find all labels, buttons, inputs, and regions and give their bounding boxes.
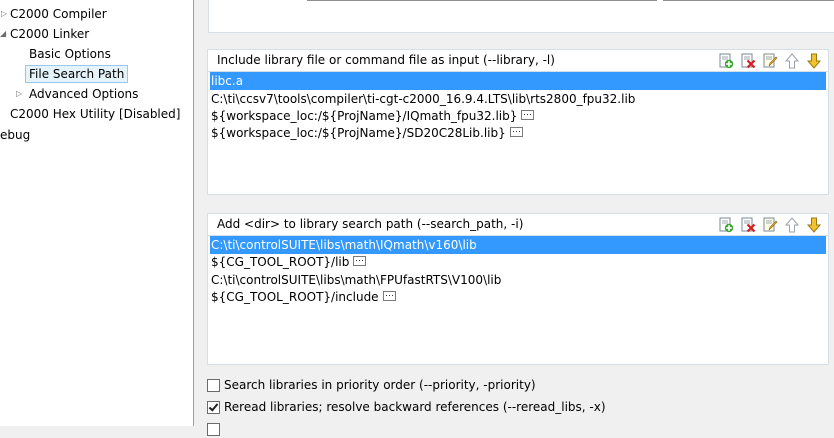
move-down-icon[interactable] (806, 53, 822, 69)
expand-arrow-icon[interactable]: ▷ (1, 5, 7, 23)
search-path-text: ${CG_TOOL_ROOT}/lib (211, 255, 350, 269)
library-path-text: C:\ti\ccsv7\tools\compiler\ti-cgt-c2000_… (211, 92, 636, 106)
option-button[interactable] (663, 0, 834, 1)
search-path-item[interactable]: ${CG_TOOL_ROOT}/include (210, 288, 826, 306)
edit-icon[interactable] (762, 217, 778, 233)
tree-item-advanced-options[interactable]: Advanced Options (29, 85, 138, 103)
edit-icon[interactable] (762, 53, 778, 69)
tree-item-c2000-linker[interactable]: C2000 Linker (10, 25, 89, 43)
tree-item-c2000-compiler[interactable]: C2000 Compiler (10, 5, 107, 23)
checkbox-unchecked[interactable] (207, 379, 220, 392)
library-list-header: Include library file or command file as … (208, 50, 828, 72)
library-list-item[interactable]: ${workspace_loc:/${ProjName}/IQmath_fpu3… (210, 107, 826, 125)
add-icon[interactable] (718, 53, 734, 69)
tree-item-label: Advanced Options (29, 87, 139, 101)
library-list-group: Include library file or command file as … (207, 49, 829, 195)
browse-more-icon[interactable] (509, 126, 523, 137)
move-up-icon[interactable] (784, 53, 800, 69)
search-path-item[interactable]: C:\ti\controlSUITE\libs\math\IQmath\v160… (210, 236, 826, 254)
search-path-text: C:\ti\controlSUITE\libs\math\FPUfastRTS\… (211, 273, 502, 287)
tree-item-label: Basic Options (29, 47, 111, 61)
priority-order-label: Search libraries in priority order (--pr… (224, 378, 536, 392)
collapse-arrow-icon[interactable]: ◢ (0, 25, 6, 43)
search-path-text: C:\ti\controlSUITE\libs\math\IQmath\v160… (211, 238, 477, 252)
search-path-group: Add <dir> to library search path (--sear… (207, 213, 829, 365)
reread-libraries-label: Reread libraries; resolve backward refer… (224, 400, 606, 414)
browse-more-icon[interactable] (353, 255, 367, 266)
library-path-text: libc.a (211, 74, 244, 88)
search-path-item[interactable]: C:\ti\controlSUITE\libs\math\FPUfastRTS\… (210, 271, 826, 289)
tree-item-label: C2000 Linker (10, 27, 90, 41)
browse-more-icon[interactable] (521, 109, 535, 120)
file-search-path-panel: Include library file or command file as … (194, 0, 834, 436)
search-path-item[interactable]: ${CG_TOOL_ROOT}/lib (210, 253, 826, 271)
option-text-field[interactable] (307, 0, 657, 1)
search-path-title: Add <dir> to library search path (--sear… (217, 217, 524, 231)
library-path-text: ${workspace_loc:/${ProjName}/SD20C28Lib.… (211, 126, 506, 140)
add-icon[interactable] (718, 217, 734, 233)
tree-item-file-search-path[interactable]: File Search Path (25, 65, 129, 83)
tree-item-label: ebug (0, 128, 31, 142)
library-list-item[interactable]: C:\ti\ccsv7\tools\compiler\ti-cgt-c2000_… (210, 90, 826, 108)
checkbox-checked[interactable] (207, 401, 220, 414)
search-path-header: Add <dir> to library search path (--sear… (208, 214, 828, 236)
tree-item-basic-options[interactable]: Basic Options (29, 45, 111, 63)
search-path-text: ${CG_TOOL_ROOT}/include (211, 290, 379, 304)
library-list-item[interactable]: libc.a (210, 72, 826, 90)
library-list-toolbar (718, 53, 822, 69)
settings-tree[interactable]: ▷ C2000 Compiler ◢ C2000 Linker Basic Op… (0, 0, 194, 426)
search-path-toolbar (718, 217, 822, 233)
previous-option-group (208, 0, 834, 33)
move-down-icon[interactable] (806, 217, 822, 233)
library-path-text: ${workspace_loc:/${ProjName}/IQmath_fpu3… (211, 109, 518, 123)
delete-icon[interactable] (740, 217, 756, 233)
expand-arrow-icon[interactable]: ▷ (16, 85, 22, 103)
tree-item-c2000-hex-utility[interactable]: C2000 Hex Utility [Disabled] (10, 105, 180, 123)
library-list-title: Include library file or command file as … (217, 53, 555, 67)
delete-icon[interactable] (740, 53, 756, 69)
browse-more-icon[interactable] (382, 290, 396, 301)
tree-item-debug[interactable]: ebug (0, 126, 30, 144)
tree-item-label: File Search Path (29, 67, 125, 81)
tree-item-label: C2000 Compiler (10, 7, 107, 21)
checkbox-unchecked[interactable] (207, 423, 220, 436)
tree-item-label: C2000 Hex Utility [Disabled] (10, 107, 181, 121)
library-list-item[interactable]: ${workspace_loc:/${ProjName}/SD20C28Lib.… (210, 124, 826, 142)
move-up-icon[interactable] (784, 217, 800, 233)
